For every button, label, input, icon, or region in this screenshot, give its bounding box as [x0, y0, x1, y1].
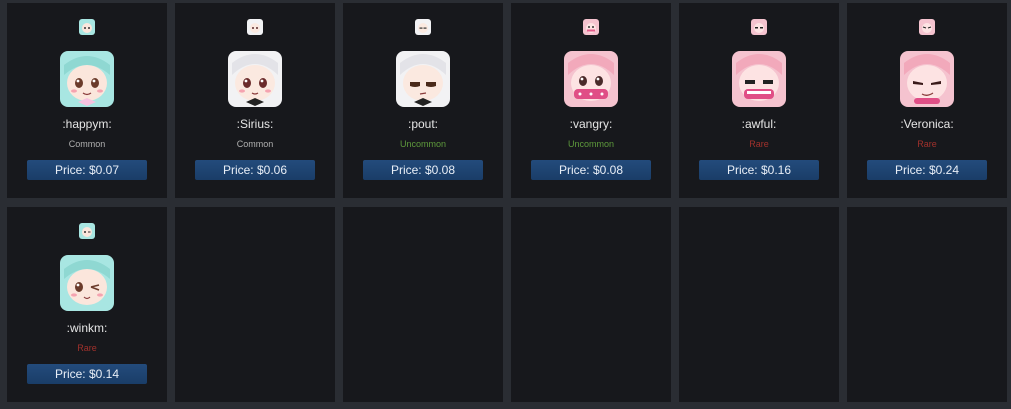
rarity-label: Uncommon: [567, 139, 614, 149]
price-button[interactable]: Price: $0.14: [27, 364, 147, 384]
rarity-label: Uncommon: [399, 139, 446, 149]
emoticon-small-icon: [919, 19, 935, 35]
emoticon-name: :Sirius:: [236, 117, 274, 131]
emoticon-card: :Sirius: Common Price: $0.06: [175, 3, 335, 198]
emoticon-image-icon[interactable]: [60, 255, 114, 311]
rarity-label: Rare: [917, 139, 937, 149]
empty-slot: [679, 207, 839, 402]
emoticon-image-icon[interactable]: [396, 51, 450, 107]
emoticon-grid: :happym: Common Price: $0.07 :Sirius: Co…: [0, 0, 1011, 409]
rarity-label: Common: [236, 139, 274, 149]
rarity-label: Rare: [77, 343, 97, 353]
emoticon-image-icon[interactable]: [732, 51, 786, 107]
emoticon-name: :awful:: [741, 117, 777, 131]
price-button[interactable]: Price: $0.06: [195, 160, 315, 180]
emoticon-small-icon: [79, 19, 95, 35]
emoticon-name: :happym:: [62, 117, 112, 131]
empty-slot: [847, 207, 1007, 402]
emoticon-name: :Veronica:: [900, 117, 954, 131]
emoticon-image-icon[interactable]: [900, 51, 954, 107]
emoticon-card: :vangry: Uncommon Price: $0.08: [511, 3, 671, 198]
emoticon-card: :awful: Rare Price: $0.16: [679, 3, 839, 198]
emoticon-image-icon[interactable]: [228, 51, 282, 107]
emoticon-card: :Veronica: Rare Price: $0.24: [847, 3, 1007, 198]
emoticon-small-icon: [583, 19, 599, 35]
rarity-label: Common: [68, 139, 106, 149]
price-button[interactable]: Price: $0.07: [27, 160, 147, 180]
emoticon-image-icon[interactable]: [60, 51, 114, 107]
price-button[interactable]: Price: $0.08: [531, 160, 651, 180]
emoticon-name: :winkm:: [66, 321, 108, 335]
emoticon-small-icon: [415, 19, 431, 35]
rarity-label: Rare: [749, 139, 769, 149]
price-button[interactable]: Price: $0.08: [363, 160, 483, 180]
price-button[interactable]: Price: $0.24: [867, 160, 987, 180]
emoticon-small-icon: [247, 19, 263, 35]
emoticon-card: :winkm: Rare Price: $0.14: [7, 207, 167, 402]
empty-slot: [343, 207, 503, 402]
emoticon-card: :pout: Uncommon Price: $0.08: [343, 3, 503, 198]
empty-slot: [175, 207, 335, 402]
emoticon-name: :pout:: [407, 117, 439, 131]
emoticon-name: :vangry:: [569, 117, 613, 131]
price-button[interactable]: Price: $0.16: [699, 160, 819, 180]
emoticon-card: :happym: Common Price: $0.07: [7, 3, 167, 198]
empty-slot: [511, 207, 671, 402]
emoticon-image-icon[interactable]: [564, 51, 618, 107]
emoticon-small-icon: [751, 19, 767, 35]
emoticon-small-icon: [79, 223, 95, 239]
